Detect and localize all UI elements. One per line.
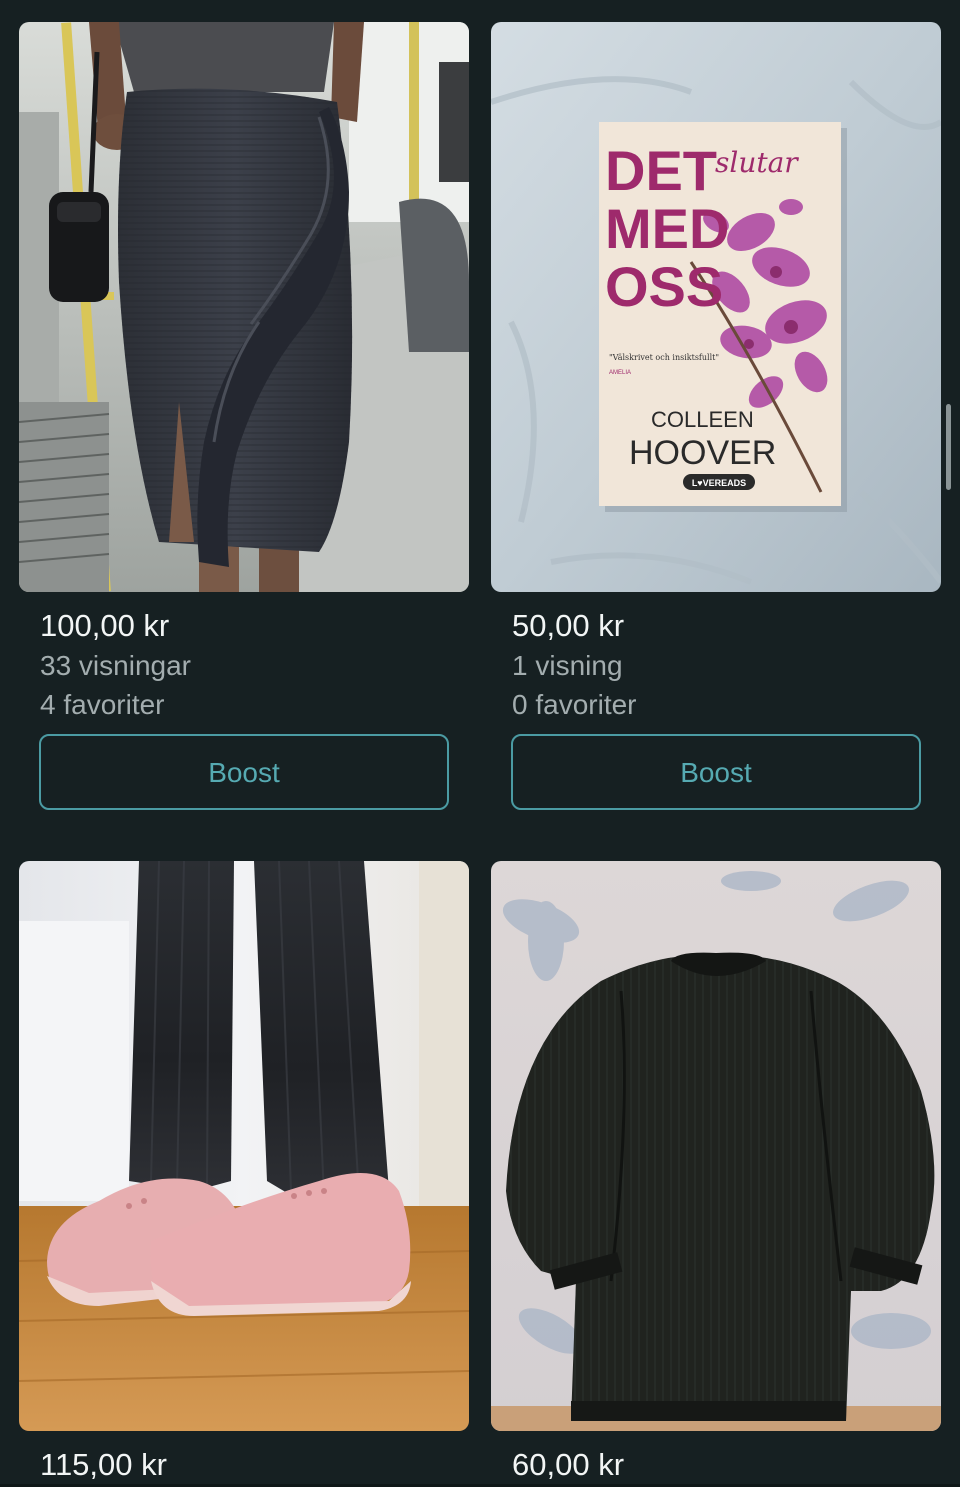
skirt-image xyxy=(19,22,469,592)
sweater-image xyxy=(491,861,941,1431)
book-publisher: L♥VEREADS xyxy=(692,478,746,488)
book-title-line1: DET xyxy=(605,139,717,202)
listings-grid: 100,00 kr 33 visningar 4 favoriter Boost xyxy=(0,0,960,1487)
listing-price: 50,00 kr xyxy=(512,608,625,643)
book-title-script: slutar xyxy=(715,146,799,179)
listing-price: 60,00 kr xyxy=(512,1447,625,1482)
listing-card: DET slutar MED OSS "Välskrivet och insik… xyxy=(491,22,941,810)
listing-card: 100,00 kr 33 visningar 4 favoriter Boost xyxy=(19,22,469,810)
listing-price: 115,00 kr xyxy=(40,1447,167,1482)
listing-favorites: 4 favoriter xyxy=(40,689,165,720)
book-author-last: HOOVER xyxy=(629,434,776,472)
book-quote: "Välskrivet och insiktsfullt" xyxy=(609,353,719,362)
book-image: DET slutar MED OSS "Välskrivet och insik… xyxy=(491,22,941,592)
scrollbar-thumb[interactable] xyxy=(946,404,951,490)
book-quote-source: AMELIA xyxy=(609,370,631,376)
trousers-sneakers-image xyxy=(19,861,469,1431)
listing-photo-book[interactable]: DET slutar MED OSS "Välskrivet och insik… xyxy=(491,22,941,592)
listing-views: 33 visningar xyxy=(40,650,191,681)
book-title-line2: MED xyxy=(605,197,729,260)
listing-photo-skirt[interactable] xyxy=(19,22,469,592)
listing-card: 115,00 kr xyxy=(19,861,469,1482)
listing-photo-trousers[interactable] xyxy=(19,861,469,1431)
listing-favorites: 0 favoriter xyxy=(512,689,637,720)
listing-views: 1 visning xyxy=(512,650,623,681)
listing-photo-sweater[interactable] xyxy=(491,861,941,1431)
book-author-first: COLLEEN xyxy=(651,407,754,432)
listing-card: 60,00 kr xyxy=(491,861,941,1482)
book-title-line3: OSS xyxy=(605,255,723,318)
boost-button[interactable]: Boost xyxy=(39,734,449,810)
boost-button[interactable]: Boost xyxy=(511,734,921,810)
listing-price: 100,00 kr xyxy=(40,608,170,643)
